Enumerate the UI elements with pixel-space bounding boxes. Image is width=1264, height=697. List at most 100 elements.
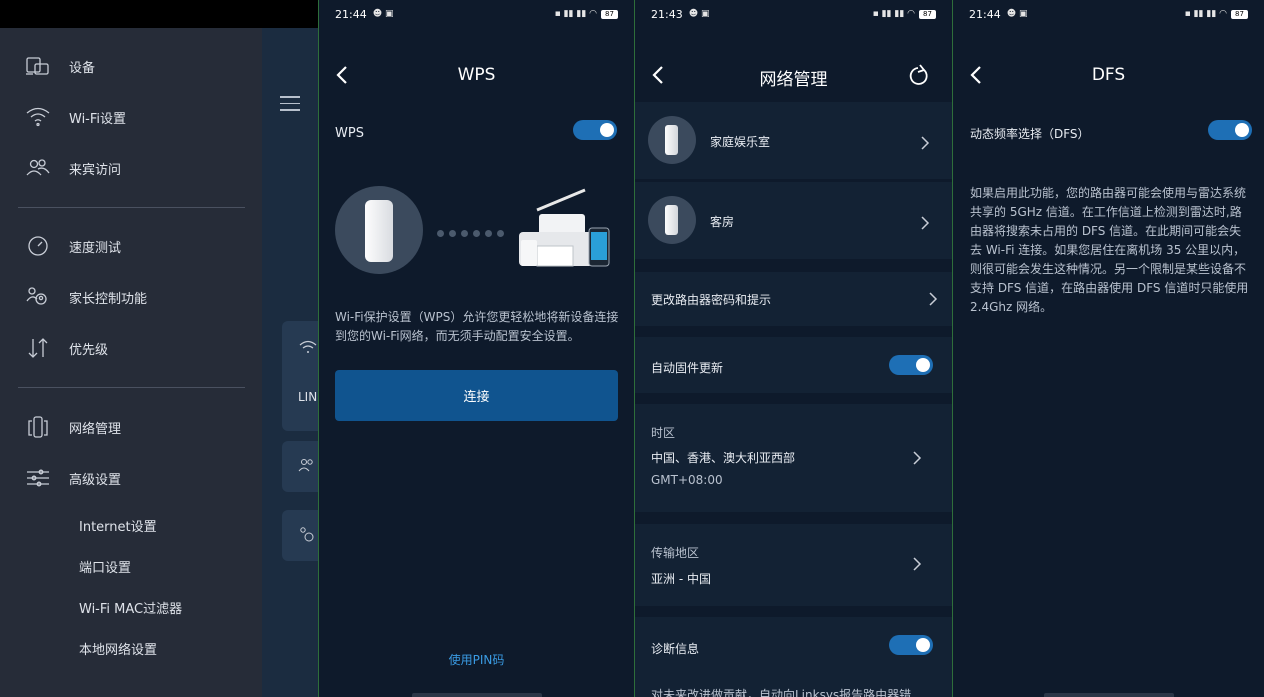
region-row[interactable]: 传输地区 亚洲 - 中国 [635,524,952,606]
region-label: 传输地区 [651,546,700,560]
wps-description: Wi-Fi保护设置（WPS）允许您更轻松地将新设备连接到您的Wi-Fi网络，而无… [335,310,619,343]
wifi-card-peek[interactable] [282,321,318,431]
divider [18,387,245,388]
network-admin-screen: 21:43 ☻ ▣ ▪ ▮▮ ▮▮ ◠ 87 网络管理 家庭娱乐室 客房 更改路由器… [635,0,952,697]
sidebar-item-label: 速度测试 [69,240,122,256]
hamburger-menu-icon[interactable] [280,96,300,111]
wps-screen: 21:44 ☻ ▣ ▪ ▮▮ ▮▮ ◠ 87 WPS WPS Wi-Fi保护设置（W… [318,0,635,697]
sidebar-item-advanced-settings[interactable]: 高级设置 [24,466,121,490]
sidebar-item-label: 高级设置 [69,472,122,488]
sidebar-subitem-ports[interactable]: 端口设置 [79,557,131,576]
sidebar-item-wifi-settings[interactable]: Wi-Fi设置 [24,105,126,129]
sidebar-item-label: 网络管理 [69,421,122,437]
diagnostics-description: 对未来改进做贡献，自动向Linksys报告路由器错 [651,688,912,697]
sidebar-item-network-admin[interactable]: 网络管理 [24,415,121,439]
node-row[interactable]: 家庭娱乐室 [635,102,952,179]
parental-icon [300,527,314,542]
network-icon [24,415,52,439]
status-time: 21:43 [651,7,683,21]
sidebar-item-label: 优先级 [69,342,109,358]
notification-icon: ☻ ▣ [688,9,710,19]
divider [18,207,245,208]
status-time: 21:44 [335,7,367,21]
diagnostics-toggle[interactable] [889,635,933,655]
region-value: 亚洲 - 中国 [651,572,711,586]
guest-icon [298,459,313,472]
router-image [365,200,393,262]
sidebar-item-label: Wi-Fi设置 [69,111,127,127]
speedometer-icon [24,234,52,258]
connection-dots [437,230,504,237]
sidebar-item-parental-controls[interactable]: 家长控制功能 [24,285,147,309]
sidebar-item-priority[interactable]: 优先级 [24,336,108,360]
status-bar: 21:44 ☻ ▣ ▪ ▮▮ ▮▮ ◠ 87 [953,0,1264,28]
status-time: 21:44 [969,7,1001,21]
node-name: 客房 [710,215,735,229]
sidebar-subitem-mac-filter[interactable]: Wi-Fi MAC过滤器 [79,598,182,617]
timezone-label: 时区 [651,426,676,440]
dfs-screen: 21:44 ☻ ▣ ▪ ▮▮ ▮▮ ◠ 87 DFS 动态频率选择（DFS） 如果启… [952,0,1264,697]
chevron-right-icon [912,450,922,466]
sidebar-item-speed-test[interactable]: 速度测试 [24,234,121,258]
priority-icon [24,336,52,360]
status-bar: 21:44 ☻ ▣ ▪ ▮▮ ▮▮ ◠ 87 [319,0,634,28]
dfs-toggle-label: 动态频率选择（DFS） [970,127,1090,141]
change-password-label: 更改路由器密码和提示 [651,293,772,307]
refresh-icon[interactable] [906,64,930,88]
dfs-description: 如果启用此功能，您的路由器可能会使用与雷达系统共享的 5GHz 信道。在工作信道… [970,186,1249,314]
chevron-right-icon [912,556,922,572]
notification-icon: ☻ ▣ [372,9,394,19]
auto-update-label: 自动固件更新 [651,361,724,375]
status-bar: 21:43 ☻ ▣ ▪ ▮▮ ▮▮ ◠ 87 [635,0,952,28]
diagnostics-row: 诊断信息 对未来改进做贡献，自动向Linksys报告路由器错 [635,617,952,697]
guest-icon [24,156,52,180]
wps-toggle[interactable] [573,120,617,140]
battery-icon: 87 [919,9,936,19]
page-title: WPS [457,65,496,85]
page-title: DFS [1091,65,1126,85]
home-indicator [411,693,542,697]
node-row[interactable]: 客房 [635,182,952,259]
wps-toggle-label: WPS [335,126,364,141]
guest-card-peek[interactable] [282,441,318,492]
page-title: 网络管理 [759,70,828,90]
notification-icon: ☻ ▣ [1006,9,1028,19]
printer-phone-illustration [519,188,610,267]
sliders-icon [24,466,52,490]
auto-update-toggle[interactable] [889,355,933,375]
sidebar-item-label: 家长控制功能 [69,291,148,307]
router-image [665,205,678,235]
use-pin-link[interactable]: 使用PIN码 [319,651,634,668]
sidebar-item-label: 设备 [69,60,96,76]
header: WPS [319,56,634,96]
chevron-right-icon [920,215,930,231]
battery-icon: 87 [601,9,618,19]
chevron-right-icon [928,291,938,307]
sidebar-item-guest-access[interactable]: 来宾访问 [24,156,121,180]
change-password-row[interactable]: 更改路由器密码和提示 [635,272,952,326]
wifi-icon [299,340,317,353]
timezone-row[interactable]: 时区 中国、香港、澳大利亚西部 GMT+08:00 [635,404,952,512]
node-name: 家庭娱乐室 [710,135,771,149]
parental-card-peek[interactable] [282,510,318,561]
battery-icon: 87 [1231,9,1248,19]
sidebar-panel: 设备 Wi-Fi设置 来宾访问 速度测试 家长控制功能 优先级 网络管理 高级设… [0,0,318,697]
parental-icon [24,285,52,309]
diagnostics-label: 诊断信息 [651,642,700,656]
wifi-icon [24,105,52,129]
sidebar-subitem-internet[interactable]: Internet设置 [79,516,157,535]
sidebar-item-devices[interactable]: 设备 [24,54,95,78]
sidebar-subitem-local-network[interactable]: 本地网络设置 [79,639,157,658]
sidebar-item-label: 来宾访问 [69,162,122,178]
header: 网络管理 [635,56,952,96]
chevron-right-icon [920,135,930,151]
network-name-peek: LIN [298,390,318,404]
connect-button[interactable]: 连接 [335,370,618,421]
timezone-value: 中国、香港、澳大利亚西部 [651,451,796,465]
dfs-toggle[interactable] [1208,120,1252,140]
signal-icon: ▪ ▮▮ ▮▮ ◠ [872,9,915,19]
signal-icon: ▪ ▮▮ ▮▮ ◠ [554,9,597,19]
home-indicator [1043,693,1174,697]
auto-update-row: 自动固件更新 [635,337,952,393]
devices-icon [24,54,52,78]
